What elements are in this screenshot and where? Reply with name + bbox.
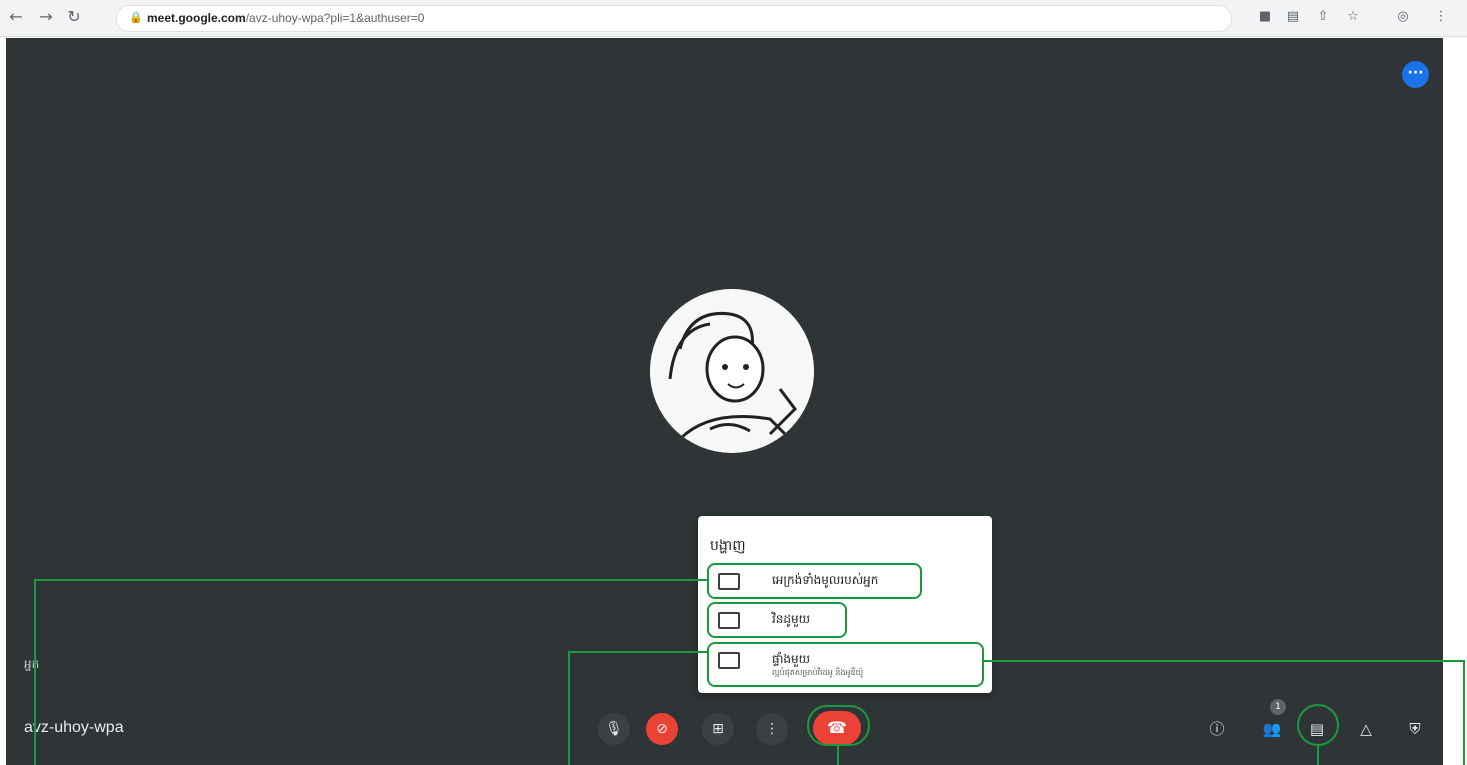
microphone-icon: 🎙: [605, 721, 623, 737]
highlight-window: [707, 602, 847, 638]
meeting-details-button[interactable]: ⓘ: [1203, 715, 1231, 743]
camera-indicator-icon[interactable]: ■: [1256, 8, 1274, 26]
activities-icon: △: [1360, 720, 1372, 738]
annotation-line: [34, 579, 36, 765]
present-screen-icon: ⊞: [712, 721, 724, 737]
info-icon: ⓘ: [1209, 720, 1225, 738]
camera-off-button[interactable]: ⊘: [646, 713, 678, 745]
highlight-chat: [1297, 704, 1339, 746]
participant-avatar: [650, 289, 814, 453]
highlight-end-call: [807, 705, 870, 746]
annotation-line: [837, 746, 839, 765]
url-text: meet.google.com/avz-uhoy-wpa?pli=1&authu…: [147, 11, 425, 25]
browser-toolbar: ← → ↻ 🔒 meet.google.com/avz-uhoy-wpa?pli…: [0, 0, 1467, 37]
people-icon: 👥: [1262, 720, 1282, 738]
annotation-line: [1463, 660, 1465, 765]
lock-icon: 🔒: [129, 11, 143, 24]
annotation-line: [568, 651, 570, 765]
participant-name-label: អ្នក: [24, 657, 40, 671]
annotation-line: [568, 651, 707, 653]
annotation-line: [34, 579, 707, 581]
people-button[interactable]: 👥: [1258, 715, 1286, 743]
microphone-button[interactable]: 🎙: [598, 713, 630, 745]
share-icon[interactable]: ⇧: [1314, 8, 1332, 26]
participants-count-badge: 1: [1270, 699, 1286, 715]
browser-menu-icon[interactable]: ⋮: [1432, 8, 1450, 26]
present-menu-title: បង្ហាញ: [710, 538, 746, 554]
camera-off-icon: ⊘: [656, 721, 668, 737]
activities-button[interactable]: △: [1352, 715, 1380, 743]
back-arrow-icon[interactable]: ←: [6, 7, 26, 27]
forward-arrow-icon[interactable]: →: [36, 7, 56, 27]
bookmark-star-icon[interactable]: ☆: [1344, 8, 1362, 26]
translate-icon[interactable]: ▤: [1284, 8, 1302, 26]
highlight-entire-screen: [707, 563, 922, 599]
annotation-line: [984, 660, 1465, 662]
address-bar[interactable]: 🔒 meet.google.com/avz-uhoy-wpa?pli=1&aut…: [116, 5, 1232, 32]
meeting-code: avz-uhoy-wpa: [24, 719, 124, 736]
more-vert-icon: ⋮: [765, 721, 779, 737]
extension-icon[interactable]: ◎: [1394, 8, 1412, 26]
highlight-tab: [707, 642, 984, 687]
reload-icon[interactable]: ↻: [64, 7, 84, 27]
annotation-line: [1317, 746, 1319, 765]
shield-icon: ⛨: [1409, 720, 1421, 738]
host-controls-button[interactable]: ⛨: [1401, 715, 1429, 743]
more-options-button[interactable]: ⋮: [756, 713, 788, 745]
more-options-bubble-icon[interactable]: ···: [1402, 61, 1429, 88]
present-screen-button[interactable]: ⊞: [702, 713, 734, 745]
